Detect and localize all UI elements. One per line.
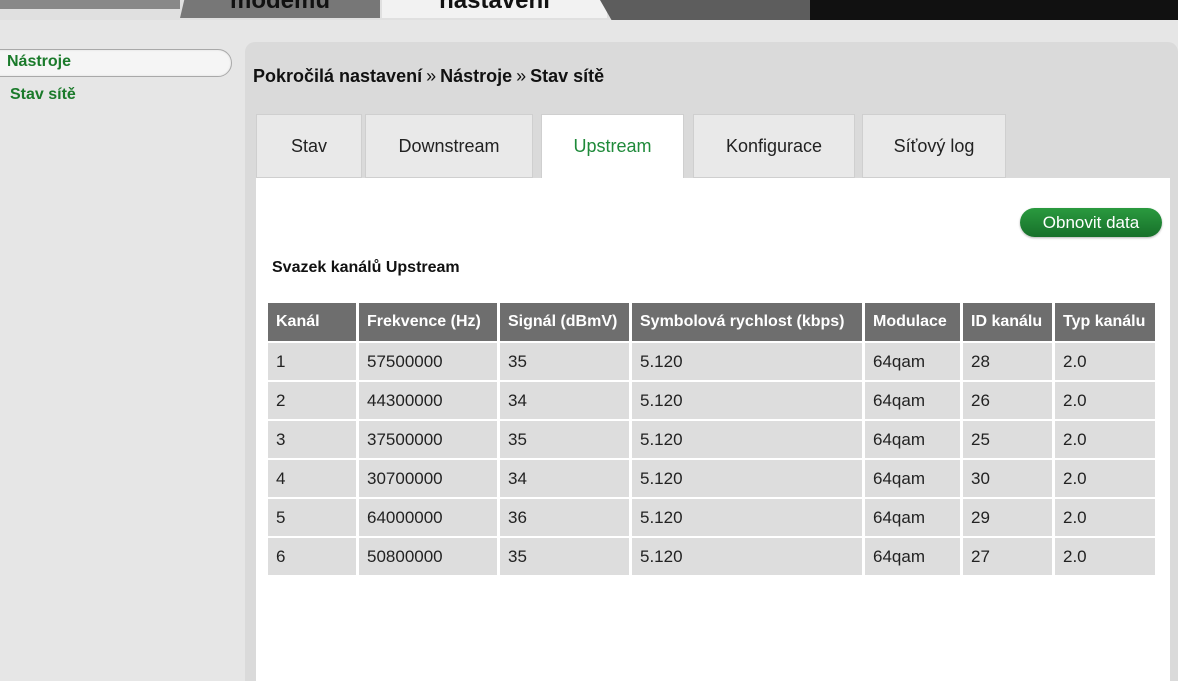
column-header: Symbolová rychlost (kbps) [632,303,862,341]
upstream-channel-table: Kanál Frekvence (Hz) Signál (dBmV) Symbo… [265,301,1158,577]
table-row: 6 50800000 35 5.120 64qam 27 2.0 [268,538,1155,575]
table-cell: 35 [500,421,629,458]
table-cell: 37500000 [359,421,497,458]
column-header: Typ kanálu [1055,303,1155,341]
table-cell: 4 [268,460,356,497]
tab-downstream[interactable]: Downstream [365,114,533,178]
table-cell: 57500000 [359,343,497,380]
table-cell: 36 [500,499,629,536]
table-cell: 2.0 [1055,538,1155,575]
table-cell: 50800000 [359,538,497,575]
refresh-data-button[interactable]: Obnovit data [1020,208,1162,237]
table-cell: 64qam [865,499,960,536]
column-header: Modulace [865,303,960,341]
table-cell: 1 [268,343,356,380]
table-cell: 44300000 [359,382,497,419]
table-cell: 25 [963,421,1052,458]
table-cell: 30700000 [359,460,497,497]
table-cell: 35 [500,343,629,380]
table-cell: 5.120 [632,382,862,419]
table-cell: 28 [963,343,1052,380]
table-cell: 2.0 [1055,382,1155,419]
table-cell: 5.120 [632,421,862,458]
tab-upstream[interactable]: Upstream [541,114,684,180]
table-cell: 35 [500,538,629,575]
table-cell: 2.0 [1055,460,1155,497]
table-cell: 2.0 [1055,499,1155,536]
table-cell: 2 [268,382,356,419]
table-cell: 64qam [865,421,960,458]
table-row: 3 37500000 35 5.120 64qam 25 2.0 [268,421,1155,458]
table-row: 2 44300000 34 5.120 64qam 26 2.0 [268,382,1155,419]
column-header: ID kanálu [963,303,1052,341]
breadcrumb-separator: » [516,66,527,86]
column-header: Signál (dBmV) [500,303,629,341]
table-row: 5 64000000 36 5.120 64qam 29 2.0 [268,499,1155,536]
table-cell: 29 [963,499,1052,536]
table-cell: 5.120 [632,538,862,575]
sidebar-item-label: Nástroje [7,53,72,70]
table-row: 1 57500000 35 5.120 64qam 28 2.0 [268,343,1155,380]
tab-stav[interactable]: Stav [256,114,362,178]
top-nav-divider [600,0,830,20]
table-cell: 30 [963,460,1052,497]
table-cell: 5 [268,499,356,536]
top-tab-modem[interactable]: modemu [180,0,380,18]
table-cell: 64000000 [359,499,497,536]
tab-sitovy-log[interactable]: Síťový log [862,114,1006,178]
table-cell: 27 [963,538,1052,575]
table-cell: 34 [500,382,629,419]
top-navigation: modemu nastavení [0,0,1178,20]
table-cell: 64qam [865,538,960,575]
table-cell: 3 [268,421,356,458]
table-row: 4 30700000 34 5.120 64qam 30 2.0 [268,460,1155,497]
table-cell: 2.0 [1055,343,1155,380]
column-header: Kanál [268,303,356,341]
sidebar-item-nastroje[interactable]: Nástroje [0,49,232,77]
table-header-row: Kanál Frekvence (Hz) Signál (dBmV) Symbo… [268,303,1155,341]
table-cell: 2.0 [1055,421,1155,458]
table-cell: 34 [500,460,629,497]
table-cell: 64qam [865,343,960,380]
table-cell: 6 [268,538,356,575]
table-cell: 64qam [865,382,960,419]
table-cell: 5.120 [632,460,862,497]
top-nav-strip [0,0,180,9]
table-cell: 5.120 [632,499,862,536]
section-title: Svazek kanálů Upstream [272,259,460,276]
breadcrumb-separator: » [426,66,437,86]
table-cell: 64qam [865,460,960,497]
breadcrumb: Pokročilá nastavení» Nástroje» Stav sítě [253,66,604,87]
top-tab-nastaveni[interactable]: nastavení [382,0,607,18]
breadcrumb-item[interactable]: Nástroje [440,66,512,86]
tab-konfigurace[interactable]: Konfigurace [693,114,855,178]
table-cell: 5.120 [632,343,862,380]
sidebar: Nástroje Stav sítě [0,40,240,681]
top-nav-dark-area [810,0,1178,20]
table-cell: 26 [963,382,1052,419]
breadcrumb-item-current: Stav sítě [530,66,605,86]
sidebar-item-stav-site[interactable]: Stav sítě [10,86,76,104]
column-header: Frekvence (Hz) [359,303,497,341]
breadcrumb-item[interactable]: Pokročilá nastavení [253,66,422,86]
